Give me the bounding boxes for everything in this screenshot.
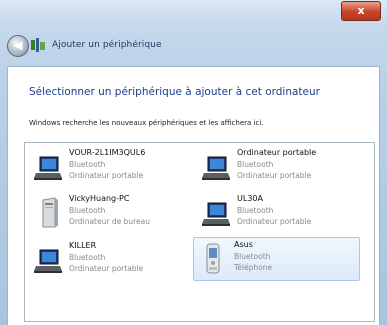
add-device-window: x ◀ Ajouter un périphérique Sélectionner… (0, 0, 387, 325)
device-item[interactable]: VOUR-2L1IM3QUL6 Bluetooth Ordinateur por… (29, 146, 189, 188)
back-arrow-icon[interactable]: ◀ (7, 35, 29, 57)
device-type: Téléphone (234, 263, 273, 272)
device-connection: Bluetooth (237, 206, 274, 215)
device-type: Ordinateur portable (237, 171, 312, 180)
laptop-icon (202, 156, 230, 180)
device-name: KILLER (69, 241, 97, 250)
device-list: VOUR-2L1IM3QUL6 Bluetooth Ordinateur por… (24, 142, 375, 322)
device-type: Ordinateur de bureau (69, 217, 150, 226)
laptop-icon (202, 202, 230, 226)
device-item[interactable]: Ordinateur portable Bluetooth Ordinateur… (197, 146, 357, 188)
device-connection: Bluetooth (234, 252, 271, 261)
window-title: Ajouter un périphérique (52, 40, 162, 50)
device-type: Ordinateur portable (69, 171, 144, 180)
instruction-text: Windows recherche les nouveaux périphéri… (29, 119, 264, 127)
device-name: Ordinateur portable (237, 148, 317, 157)
device-item[interactable]: UL30A Bluetooth Ordinateur portable (197, 192, 357, 234)
device-connection: Bluetooth (69, 160, 106, 169)
device-connection: Bluetooth (69, 206, 106, 215)
device-name: VickyHuang-PC (69, 194, 130, 203)
device-connection: Bluetooth (237, 160, 274, 169)
phone-icon (206, 243, 220, 274)
content-panel: Sélectionner un périphérique à ajouter à… (7, 66, 380, 325)
device-type: Ordinateur portable (237, 217, 312, 226)
device-item[interactable]: KILLER Bluetooth Ordinateur portable (29, 239, 189, 281)
laptop-icon (34, 249, 62, 273)
navigation-bar: ◀ Ajouter un périphérique (0, 26, 387, 66)
page-heading: Sélectionner un périphérique à ajouter à… (29, 86, 320, 98)
device-type: Ordinateur portable (69, 264, 144, 273)
laptop-icon (34, 156, 62, 180)
device-connection: Bluetooth (69, 253, 106, 262)
device-name: Asus (234, 240, 253, 249)
device-name: VOUR-2L1IM3QUL6 (69, 148, 146, 157)
device-item-selected[interactable]: Asus Bluetooth Téléphone (193, 237, 360, 281)
title-bar: x (0, 0, 387, 26)
add-device-icon (31, 38, 45, 52)
desktop-tower-icon (42, 197, 58, 228)
device-item[interactable]: VickyHuang-PC Bluetooth Ordinateur de bu… (29, 192, 189, 234)
device-name: UL30A (237, 194, 263, 203)
close-button[interactable]: x (341, 1, 381, 21)
